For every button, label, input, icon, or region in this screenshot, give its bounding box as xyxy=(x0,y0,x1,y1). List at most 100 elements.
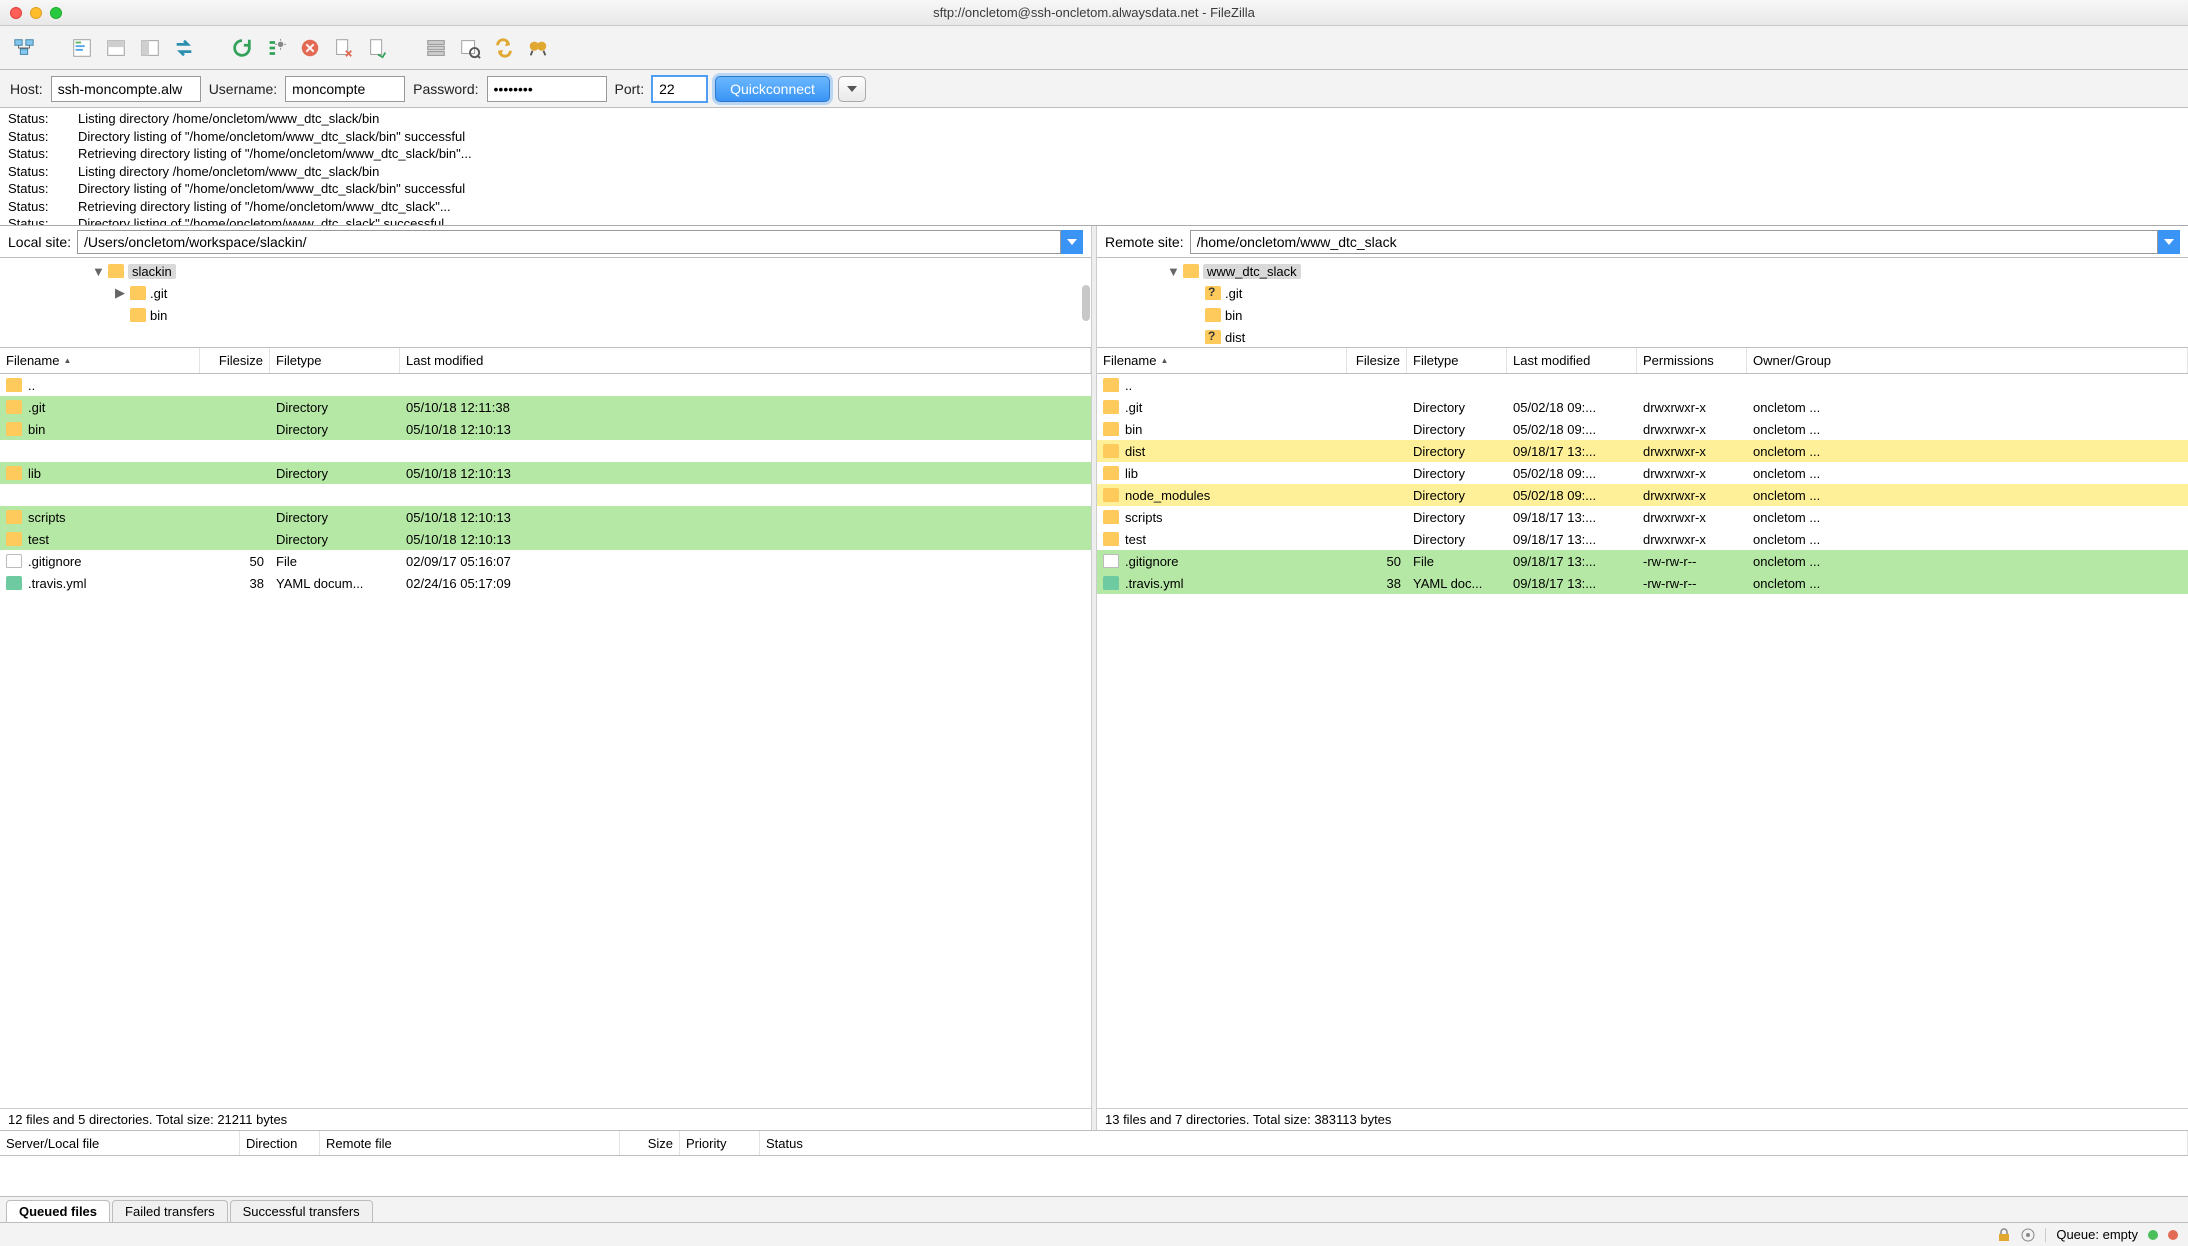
port-input[interactable] xyxy=(652,76,707,102)
toggle-remote-tree-button[interactable] xyxy=(136,34,164,62)
maximize-window-button[interactable] xyxy=(50,7,62,19)
file-row[interactable]: .gitDirectory05/10/18 12:11:38 xyxy=(0,396,1091,418)
local-tree[interactable]: ▼ slackin ▶.gitbin xyxy=(0,258,1091,348)
file-permissions: drwxrwxr-x xyxy=(1637,444,1747,459)
local-site-input[interactable] xyxy=(77,230,1061,254)
column-header[interactable]: Remote file xyxy=(320,1131,620,1155)
log-message: Directory listing of "/home/oncletom/www… xyxy=(78,180,465,198)
expand-arrow-icon[interactable]: ▼ xyxy=(1167,264,1179,279)
expand-arrow-icon[interactable]: ▶ xyxy=(114,285,126,301)
queue-tab[interactable]: Failed transfers xyxy=(112,1200,228,1222)
local-site-dropdown[interactable] xyxy=(1061,230,1083,254)
tree-item[interactable]: bin xyxy=(1101,304,2184,326)
local-pane: Local site: ▼slackin▶.gitbin FilenameFil… xyxy=(0,226,1091,1130)
file-row[interactable]: .gitDirectory05/02/18 09:...drwxrwxr-xon… xyxy=(1097,396,2188,418)
column-header[interactable]: Server/Local file xyxy=(0,1131,240,1155)
file-row[interactable]: binDirectory05/02/18 09:...drwxrwxr-xonc… xyxy=(1097,418,2188,440)
file-row[interactable]: binDirectory05/10/18 12:10:13 xyxy=(0,418,1091,440)
quickconnect-history-dropdown[interactable] xyxy=(838,76,866,102)
file-row[interactable]: distDirectory09/18/17 13:...drwxrwxr-xon… xyxy=(1097,440,2188,462)
file-row[interactable]: .gitignore50File02/09/17 05:16:07 xyxy=(0,550,1091,572)
filelist-filter-button[interactable] xyxy=(422,34,450,62)
remote-site-input[interactable] xyxy=(1190,230,2158,254)
file-row[interactable]: scriptsDirectory09/18/17 13:...drwxrwxr-… xyxy=(1097,506,2188,528)
column-header[interactable]: Owner/Group xyxy=(1747,348,2188,373)
process-queue-button[interactable] xyxy=(262,34,290,62)
file-row[interactable]: .travis.yml38YAML docum...02/24/16 05:17… xyxy=(0,572,1091,594)
remote-file-list[interactable]: ...gitDirectory05/02/18 09:...drwxrwxr-x… xyxy=(1097,374,2188,1108)
file-row[interactable]: node_modulesDirectory05/02/18 09:...drwx… xyxy=(1097,484,2188,506)
remote-tree[interactable]: ▼www_dtc_slack.gitbindist xyxy=(1097,258,2188,348)
column-header[interactable]: Filesize xyxy=(200,348,270,373)
file-row[interactable]: .. xyxy=(0,374,1091,396)
column-header[interactable]: Last modified xyxy=(1507,348,1637,373)
local-file-list[interactable]: ...gitDirectory05/10/18 12:11:38binDirec… xyxy=(0,374,1091,1108)
file-row[interactable]: scriptsDirectory05/10/18 12:10:13 xyxy=(0,506,1091,528)
close-window-button[interactable] xyxy=(10,7,22,19)
file-row[interactable]: testDirectory09/18/17 13:...drwxrwxr-xon… xyxy=(1097,528,2188,550)
tree-item-label: slackin xyxy=(128,264,176,279)
tree-item[interactable]: ▼ slackin xyxy=(4,260,1087,282)
file-name: test xyxy=(1125,532,1146,547)
column-header[interactable]: Filename xyxy=(0,348,200,373)
log-message: Retrieving directory listing of "/home/o… xyxy=(78,198,451,216)
file-modified: 05/10/18 12:10:13 xyxy=(400,510,1091,525)
queue-tab[interactable]: Queued files xyxy=(6,1200,110,1222)
toggle-local-tree-button[interactable] xyxy=(102,34,130,62)
file-size: 38 xyxy=(1347,576,1407,591)
cancel-button[interactable] xyxy=(296,34,324,62)
remote-site-label: Remote site: xyxy=(1105,234,1184,250)
tree-item[interactable]: .git xyxy=(1101,282,2184,304)
sync-browsing-button[interactable] xyxy=(490,34,518,62)
tree-item[interactable]: ▼www_dtc_slack xyxy=(1101,260,2184,282)
tree-item[interactable]: dist xyxy=(1101,326,2184,348)
remote-site-dropdown[interactable] xyxy=(2158,230,2180,254)
column-header[interactable]: Status xyxy=(760,1131,2188,1155)
column-header[interactable]: Priority xyxy=(680,1131,760,1155)
minimize-window-button[interactable] xyxy=(30,7,42,19)
file-owner: oncletom ... xyxy=(1747,466,2188,481)
column-header[interactable]: Last modified xyxy=(400,348,1091,373)
column-header[interactable]: Filesize xyxy=(1347,348,1407,373)
column-header[interactable]: Filetype xyxy=(1407,348,1507,373)
message-log[interactable]: Status:Listing directory /home/oncletom/… xyxy=(0,108,2188,226)
log-message: Directory listing of "/home/oncletom/www… xyxy=(78,128,465,146)
search-button[interactable] xyxy=(524,34,552,62)
site-manager-button[interactable] xyxy=(10,34,38,62)
column-header[interactable]: Permissions xyxy=(1637,348,1747,373)
host-input[interactable] xyxy=(51,76,201,102)
file-row[interactable]: testDirectory05/10/18 12:10:13 xyxy=(0,528,1091,550)
file-type: Directory xyxy=(1407,532,1507,547)
refresh-button[interactable] xyxy=(228,34,256,62)
column-header[interactable]: Filetype xyxy=(270,348,400,373)
tree-item[interactable]: bin xyxy=(4,304,1087,326)
tree-item[interactable]: ▶.git xyxy=(4,282,1087,304)
column-header[interactable]: Size xyxy=(620,1131,680,1155)
file-row[interactable]: libDirectory05/10/18 12:10:13 xyxy=(0,462,1091,484)
file-row[interactable]: libDirectory05/02/18 09:...drwxrwxr-xonc… xyxy=(1097,462,2188,484)
quickconnect-button[interactable]: Quickconnect xyxy=(715,76,830,102)
file-type: File xyxy=(270,554,400,569)
username-input[interactable] xyxy=(285,76,405,102)
log-message: Directory listing of "/home/oncletom/www… xyxy=(78,215,444,226)
directory-compare-button[interactable] xyxy=(456,34,484,62)
log-label: Status: xyxy=(8,110,64,128)
disconnect-button[interactable] xyxy=(330,34,358,62)
file-owner: oncletom ... xyxy=(1747,488,2188,503)
log-message: Retrieving directory listing of "/home/o… xyxy=(78,145,472,163)
file-row[interactable]: .travis.yml38YAML doc...09/18/17 13:...-… xyxy=(1097,572,2188,594)
queue-body[interactable] xyxy=(0,1156,2188,1196)
file-row[interactable]: .. xyxy=(1097,374,2188,396)
reconnect-button[interactable] xyxy=(364,34,392,62)
password-input[interactable] xyxy=(487,76,607,102)
column-header[interactable]: Filename xyxy=(1097,348,1347,373)
port-label: Port: xyxy=(615,81,645,97)
scrollbar[interactable] xyxy=(1082,285,1090,321)
column-header[interactable]: Direction xyxy=(240,1131,320,1155)
toggle-queue-button[interactable] xyxy=(170,34,198,62)
file-row[interactable]: .gitignore50File09/18/17 13:...-rw-rw-r-… xyxy=(1097,550,2188,572)
queue-tab[interactable]: Successful transfers xyxy=(230,1200,373,1222)
folder-icon xyxy=(130,286,146,300)
toggle-log-button[interactable] xyxy=(68,34,96,62)
expand-arrow-icon[interactable]: ▼ xyxy=(92,264,104,279)
